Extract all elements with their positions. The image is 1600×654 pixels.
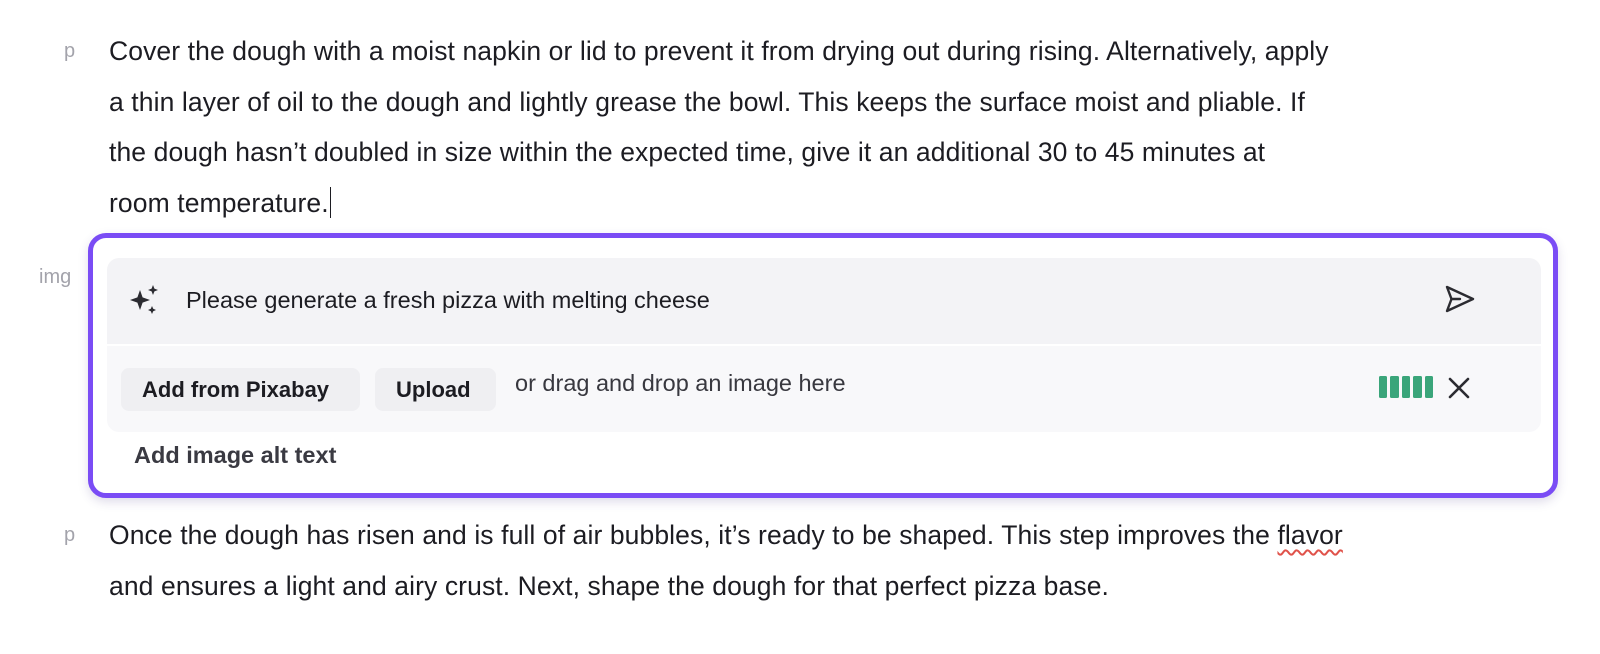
close-icon[interactable] <box>1445 374 1473 402</box>
text-caret <box>329 186 332 218</box>
add-alt-text-button[interactable]: Add image alt text <box>134 442 336 469</box>
misspelled-word[interactable]: flavor <box>1277 520 1342 550</box>
paragraph-line: a thin layer of oil to the dough and lig… <box>109 86 1305 117</box>
sparkles-icon <box>130 285 158 314</box>
paragraph-block-tag: p <box>64 524 76 546</box>
progress-segment <box>1401 376 1411 398</box>
paragraph-line: Cover the dough with a moist napkin or l… <box>109 36 1329 66</box>
progress-segment <box>1379 376 1388 398</box>
paragraph-line: Once the dough has risen and is full of … <box>109 510 1549 561</box>
paragraph-rising-tips[interactable]: Cover the dough with a moist napkin or l… <box>109 26 1549 228</box>
progress-segment <box>1390 376 1399 398</box>
image-block-card: Add from Pixabay Upload or drag and drop… <box>88 233 1558 498</box>
paragraph-line: room temperature. <box>109 178 1549 229</box>
progress-bars-icon <box>1379 376 1434 398</box>
send-icon[interactable] <box>1440 280 1478 318</box>
progress-segment <box>1413 376 1422 398</box>
drag-drop-hint: or drag and drop an image here <box>515 370 846 396</box>
paragraph-line-text: room temperature. <box>109 187 329 218</box>
upload-button[interactable]: Upload <box>375 368 496 411</box>
image-prompt-input[interactable] <box>186 282 1386 318</box>
paragraph-line: the dough hasn’t doubled in size within … <box>109 137 1266 167</box>
progress-segment <box>1424 376 1434 398</box>
ai-prompt-row <box>107 258 1541 344</box>
paragraph-shaping[interactable]: Once the dough has risen and is full of … <box>109 510 1549 611</box>
image-upload-row: Add from Pixabay Upload or drag and drop… <box>107 346 1541 432</box>
paragraph-line: and ensures a light and airy crust. Next… <box>109 570 1109 601</box>
image-block-tag: img <box>39 266 72 288</box>
paragraph-block-tag: p <box>64 40 76 62</box>
add-from-pixabay-button[interactable]: Add from Pixabay <box>121 368 360 411</box>
paragraph-line-text: Once the dough has risen and is full of … <box>109 520 1278 550</box>
